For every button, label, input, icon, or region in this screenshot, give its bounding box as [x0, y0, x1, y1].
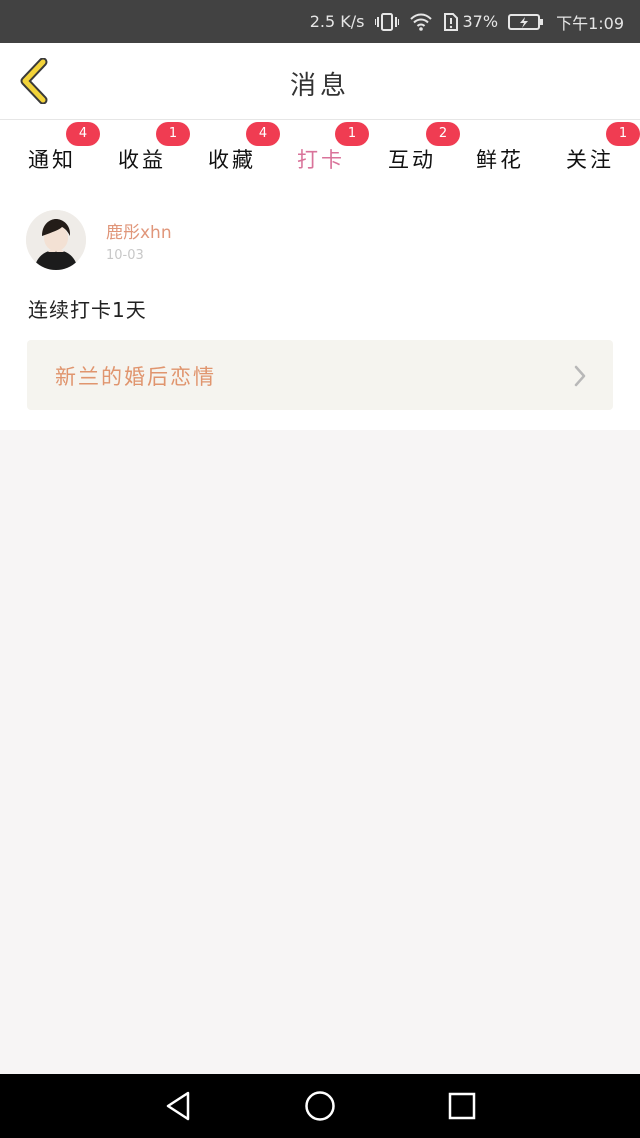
tab-label: 通知: [28, 148, 76, 172]
nav-home-button[interactable]: [302, 1088, 338, 1124]
sim-alert-icon: [443, 12, 459, 32]
header: 消息: [0, 43, 640, 120]
navigation-bar: [0, 1074, 640, 1138]
tab-badge: 4: [246, 122, 280, 146]
post-date: 10-03: [106, 248, 144, 263]
network-speed: 2.5 K/s: [309, 12, 365, 31]
nav-recents-button[interactable]: [444, 1088, 480, 1124]
tab-label: 关注: [566, 148, 614, 172]
avatar[interactable]: [26, 210, 86, 270]
tab-badge: 4: [66, 122, 100, 146]
tab-label: 收益: [118, 148, 166, 172]
battery-percent: 37%: [462, 12, 499, 31]
vibrate-icon: [374, 12, 399, 32]
tab-badge: 1: [156, 122, 190, 146]
tab-interactions[interactable]: 互动 2: [382, 122, 472, 182]
tab-badge: 1: [606, 122, 640, 146]
nav-back-button[interactable]: [160, 1088, 196, 1124]
chevron-right-icon: [574, 365, 586, 387]
tab-label: 打卡: [297, 148, 345, 172]
circle-home-icon: [305, 1091, 335, 1121]
page-title: 消息: [289, 71, 350, 101]
tab-label: 鲜花: [476, 148, 524, 172]
tab-label: 互动: [388, 148, 436, 172]
checkin-message-card: 鹿彤xhn 10-03 连续打卡1天 新兰的婚后恋情: [0, 182, 640, 430]
tab-notifications[interactable]: 通知 4: [22, 122, 112, 182]
tab-earnings[interactable]: 收益 1: [112, 122, 202, 182]
username[interactable]: 鹿彤xhn: [106, 218, 172, 243]
book-link[interactable]: 新兰的婚后恋情: [27, 340, 613, 410]
tab-bar: 通知 4 收益 1 收藏 4 打卡 1 互动 2 鲜花 关注 1: [0, 120, 640, 186]
book-title: 新兰的婚后恋情: [55, 365, 216, 389]
tab-favorites[interactable]: 收藏 4: [202, 122, 292, 182]
wifi-icon: [409, 12, 433, 32]
tab-label: 收藏: [208, 148, 256, 172]
tab-checkin[interactable]: 打卡 1: [291, 122, 381, 186]
post-text: 连续打卡1天: [28, 298, 147, 322]
tab-badge: 2: [426, 122, 460, 146]
square-recents-icon: [448, 1092, 476, 1120]
tab-flowers[interactable]: 鲜花: [470, 130, 560, 182]
battery-charging-icon: [508, 13, 544, 31]
tab-badge: 1: [335, 122, 369, 146]
status-bar: 2.5 K/s 37% 下午1:09: [0, 0, 640, 43]
tab-following[interactable]: 关注 1: [560, 122, 640, 182]
triangle-back-icon: [166, 1091, 190, 1121]
clock: 下午1:09: [556, 13, 624, 33]
